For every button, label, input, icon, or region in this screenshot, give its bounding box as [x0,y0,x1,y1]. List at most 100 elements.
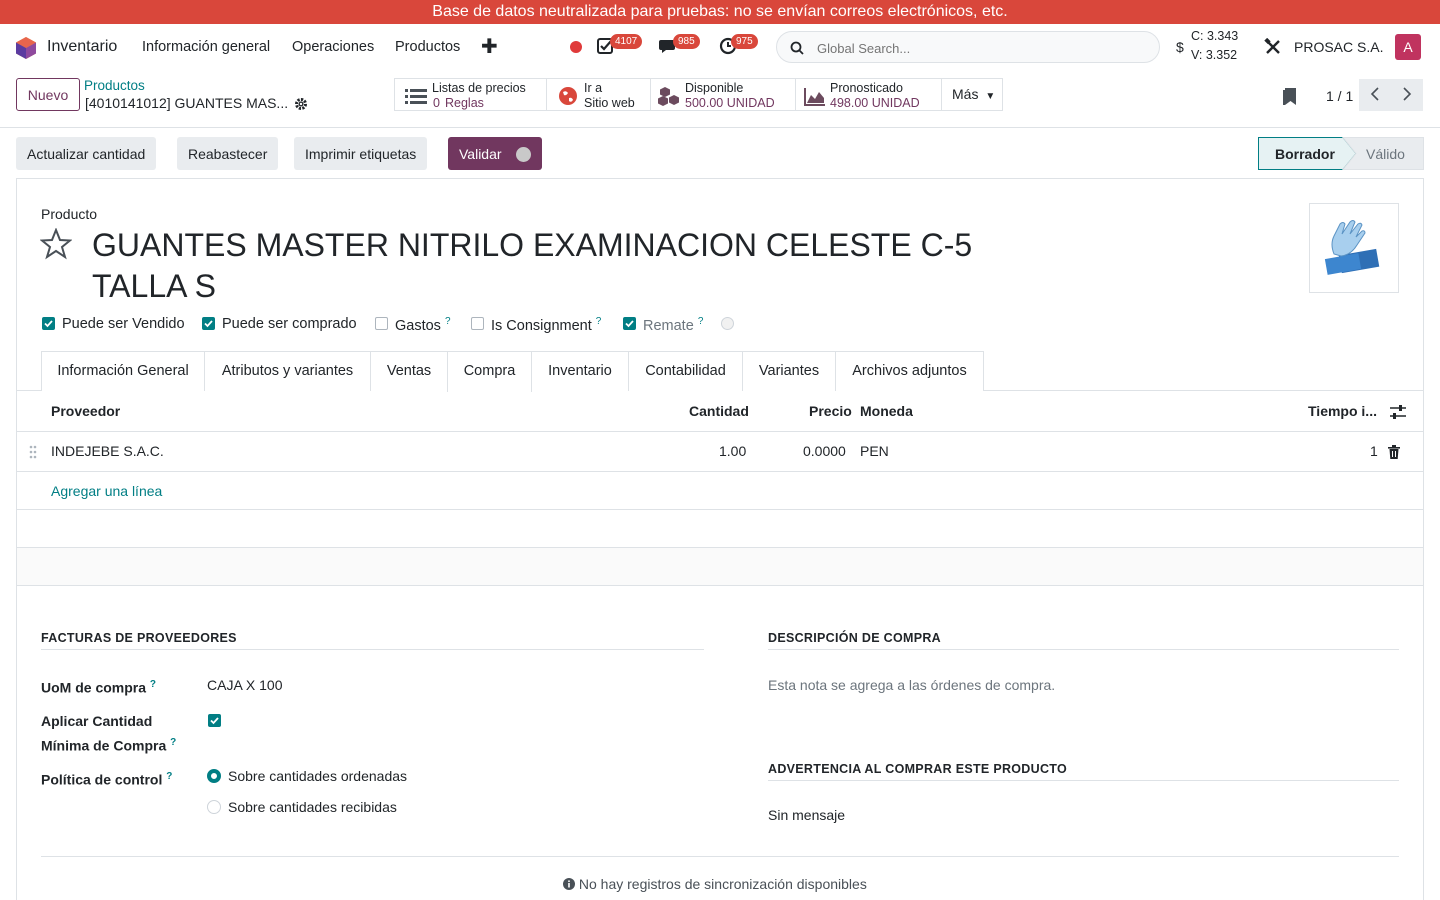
section-purchase-description-title: DESCRIPCIÓN DE COMPRA [768,631,941,645]
star-icon[interactable] [40,228,72,260]
checkbox-min-qty[interactable] [208,714,221,727]
forecast-value: 498.00 UNIDAD [830,96,920,110]
label-ordered-quantities[interactable]: Sobre cantidades ordenadas [228,768,407,784]
radio-ordered-quantities[interactable] [207,769,221,783]
inventory-app-logo-icon[interactable] [16,37,36,59]
radio-indicator-icon[interactable] [721,317,734,330]
tab-contabilidad[interactable]: Contabilidad [628,351,743,391]
menu-informacion-general[interactable]: Información general [142,39,270,55]
search-input[interactable] [817,38,1147,58]
tab-compra[interactable]: Compra [447,351,532,392]
gear-icon[interactable] [294,97,308,111]
forecast-label: Pronosticado [830,81,903,95]
stage-valido[interactable]: Válido [1366,146,1405,179]
pager-next-button[interactable] [1391,79,1423,111]
value-purchase-uom[interactable]: CAJA X 100 [207,677,283,693]
quick-create-plus-icon[interactable]: ✚ [481,34,498,59]
cell-vendor: INDEJEBE S.A.C. [51,443,164,459]
checkbox-is-consignment[interactable] [471,317,484,330]
header-price[interactable]: Precio [809,403,852,419]
tab-informacion-general[interactable]: Información General [41,351,205,391]
product-label: Producto [41,206,98,222]
tab-variantes[interactable]: Variantes [742,351,836,391]
product-image[interactable] [1309,203,1399,293]
vendor-table-header: Proveedor Cantidad Precio Moneda Tiempo … [17,391,1423,432]
help-icon[interactable]: ? [170,737,176,748]
print-labels-button[interactable]: Imprimir etiquetas [294,137,428,170]
website-label-2: Sitio web [584,96,635,110]
header-quantity[interactable]: Cantidad [689,403,749,419]
website-label-1: Ir a [584,81,603,95]
recording-dot-icon[interactable] [570,41,582,53]
update-quantity-button[interactable]: Actualizar cantidad [16,137,157,170]
drag-handle-icon[interactable] [29,445,37,459]
radio-received-quantities[interactable] [207,800,221,814]
help-icon[interactable]: ? [698,316,704,327]
validate-label: Validar [459,145,502,162]
notebook-tabs: Información General Atributos y variante… [17,351,1423,392]
smart-button-forecast[interactable]: Pronosticado 498.00 UNIDAD [795,78,942,111]
section-purchase-warning-title: ADVERTENCIA AL COMPRAR ESTE PRODUCTO [768,762,1068,776]
tab-inventario[interactable]: Inventario [531,351,629,391]
product-title[interactable]: GUANTES MASTER NITRILO EXAMINACION CELES… [92,225,992,307]
check-mark-icon [625,320,634,328]
label-remate: Remate ? [643,316,704,334]
app-name[interactable]: Inventario [47,38,117,56]
empty-row [17,548,1423,586]
stage-borrador[interactable]: Borrador [1275,146,1335,179]
checkbox-can-be-purchased[interactable] [202,317,215,330]
bookmark-icon[interactable] [1283,88,1297,106]
tab-archivos-adjuntos[interactable]: Archivos adjuntos [835,351,984,391]
area-chart-icon [804,88,825,106]
smart-button-available[interactable]: Disponible 500.00 UNIDAD [650,78,796,111]
smart-button-pricelists[interactable]: Listas de precios 0 Reglas [394,78,547,111]
header-vendor[interactable]: Proveedor [51,403,120,419]
label-received-quantities[interactable]: Sobre cantidades recibidas [228,799,397,815]
label-min-qty-2: Mínima de Compra ? [41,737,177,754]
check-mark-icon [204,320,213,328]
section-vendor-bills-title: FACTURAS DE PROVEEDORES [41,631,237,645]
purchase-description-placeholder[interactable]: Esta nota se agrega a las órdenes de com… [768,677,1055,693]
help-icon[interactable]: ? [150,679,156,690]
cell-currency: PEN [860,443,889,459]
checkbox-remate[interactable] [623,317,636,330]
optional-columns-sliders-icon[interactable] [1390,405,1406,419]
menu-operaciones[interactable]: Operaciones [292,39,374,55]
pager-value[interactable]: 1 / 1 [1326,88,1353,104]
header-lead-time[interactable]: Tiempo i... [1308,403,1377,419]
help-icon[interactable]: ? [596,316,602,327]
trash-icon[interactable] [1388,445,1400,459]
help-icon[interactable]: ? [166,771,172,782]
pricelists-label: Listas de precios [432,81,526,95]
check-mark-icon [210,717,219,725]
table-row[interactable]: INDEJEBE S.A.C. 1.00 0.0000 PEN 1 [17,432,1423,472]
help-icon[interactable]: ? [445,316,451,327]
cell-lead-time: 1 [1370,443,1378,459]
user-circle-icon [515,146,531,162]
checkbox-gastos[interactable] [375,317,388,330]
pager-previous-button[interactable] [1359,79,1391,111]
new-button[interactable]: Nuevo [16,78,80,111]
label-is-consignment: Is Consignment ? [491,316,602,334]
tab-ventas[interactable]: Ventas [370,351,448,391]
company-name[interactable]: PROSAC S.A. [1294,39,1383,55]
label-can-be-purchased: Puede ser comprado [222,316,357,332]
add-line-link[interactable]: Agregar una línea [51,483,162,499]
validate-button[interactable]: Validar [448,137,542,170]
replenish-button[interactable]: Reabastecer [177,137,279,170]
header-currency[interactable]: Moneda [860,403,913,419]
global-search[interactable] [776,31,1160,63]
breadcrumb-productos[interactable]: Productos [84,78,145,93]
user-avatar[interactable]: A [1395,34,1421,60]
checkbox-can-be-sold[interactable] [42,317,55,330]
form-sheet: Producto GUANTES MASTER NITRILO EXAMINAC… [16,178,1424,900]
purchase-warning-value[interactable]: Sin mensaje [768,807,845,823]
more-button[interactable]: Más ▼ [941,78,1003,111]
chevron-left-icon [1370,86,1379,101]
smart-button-website[interactable]: Ir a Sitio web [546,78,651,111]
menu-productos[interactable]: Productos [395,39,460,55]
section-divider [41,649,704,650]
tab-atributos-variantes[interactable]: Atributos y variantes [204,351,371,391]
tools-icon[interactable] [1264,38,1282,56]
cell-price: 0.0000 [803,443,846,459]
